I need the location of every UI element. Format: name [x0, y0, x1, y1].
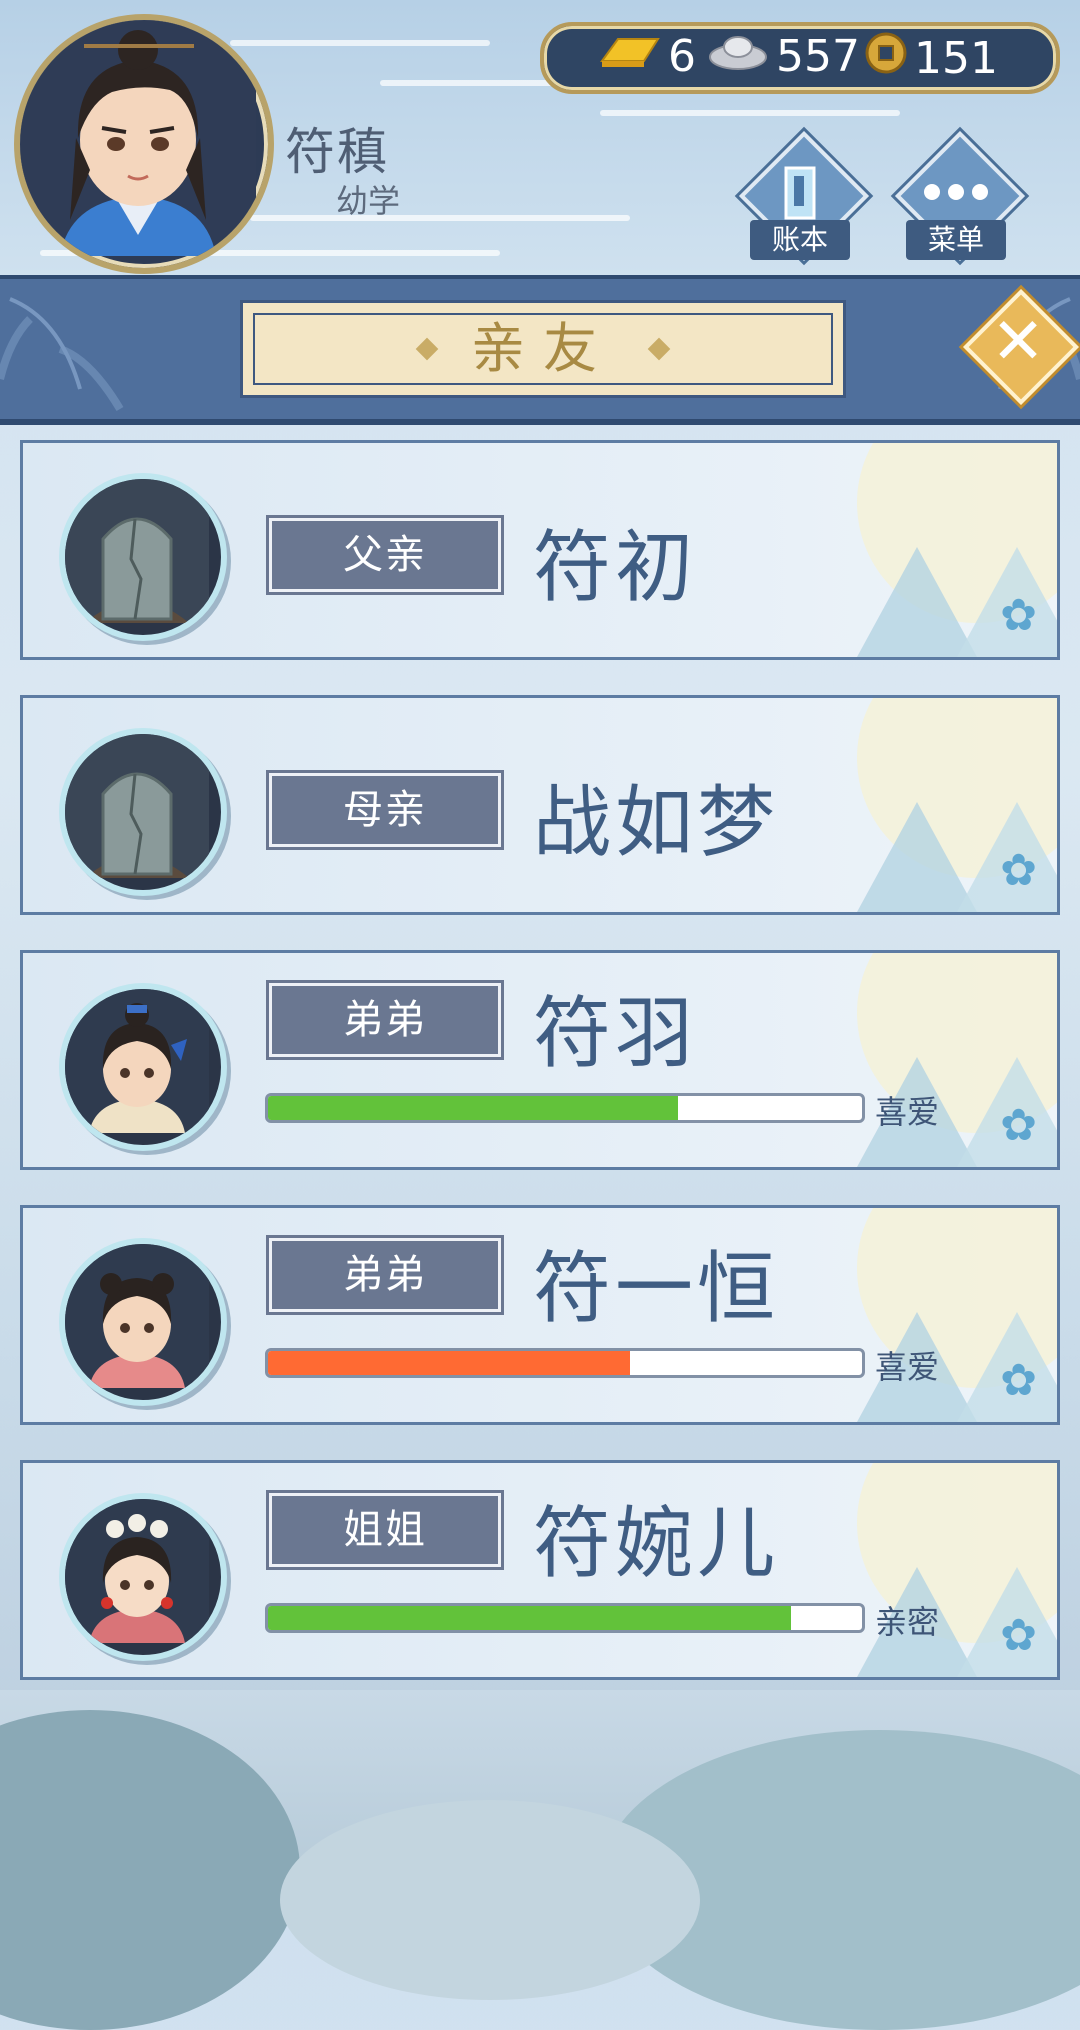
page-title: 亲友	[471, 317, 615, 380]
flower-icon: ✿	[1000, 590, 1037, 641]
coin-counter: 151	[864, 31, 998, 86]
relative-name: 战如梦	[533, 778, 780, 868]
relative-name: 符一恒	[533, 1244, 780, 1334]
player-rank: 幼学	[336, 182, 401, 220]
relative-card[interactable]: ✿ 母亲 战如梦	[20, 695, 1060, 915]
more-dots-icon	[924, 184, 988, 200]
book-icon	[784, 166, 816, 220]
relative-card[interactable]: ✿ 姐姐 符婉儿亲密	[20, 1460, 1060, 1680]
affinity-bar	[265, 1603, 865, 1633]
relation-tag: 弟弟	[269, 983, 501, 1057]
menu-button-label: 菜单	[906, 220, 1006, 260]
coin-amount: 151	[914, 33, 998, 84]
affinity-label: 亲密	[875, 1603, 940, 1641]
relative-card[interactable]: ✿ 弟弟 符一恒喜爱	[20, 1205, 1060, 1425]
affinity-bar-fill	[268, 1606, 791, 1630]
gold-amount: 6	[668, 31, 696, 82]
relative-portrait[interactable]	[59, 983, 227, 1151]
relative-card[interactable]: ✿ 弟弟 符羽喜爱	[20, 950, 1060, 1170]
copper-coin-icon	[864, 31, 908, 86]
affinity-bar-fill	[268, 1351, 631, 1375]
silver-amount: 557	[776, 31, 860, 82]
relative-card[interactable]: ✿ 父亲 符初	[20, 440, 1060, 660]
player-portrait-icon	[20, 20, 256, 256]
flower-icon: ✿	[1000, 1100, 1037, 1151]
affinity-label: 喜爱	[875, 1348, 940, 1386]
gold-ingot-icon	[598, 31, 662, 82]
relative-portrait[interactable]	[59, 1493, 227, 1661]
menu-button[interactable]: 菜单	[894, 130, 1026, 266]
ledger-button-label: 账本	[750, 220, 850, 260]
gold-counter: 6	[598, 31, 696, 82]
silver-ingot-icon	[706, 31, 770, 82]
background-landscape	[0, 1690, 1080, 2030]
relation-tag: 姐姐	[269, 1493, 501, 1567]
affinity-bar-fill	[268, 1096, 678, 1120]
player-name: 符稹	[285, 123, 389, 181]
title-plate: 亲友	[240, 300, 846, 398]
affinity-label: 喜爱	[875, 1093, 940, 1131]
ledger-button[interactable]: 账本	[738, 130, 870, 266]
player-avatar[interactable]	[14, 14, 274, 274]
relation-tag: 弟弟	[269, 1238, 501, 1312]
silver-counter: 557	[706, 31, 860, 82]
affinity-bar	[265, 1348, 865, 1378]
relative-name: 符初	[533, 523, 698, 613]
relative-portrait[interactable]	[59, 473, 227, 641]
flower-icon: ✿	[1000, 845, 1037, 896]
bamboo-leaf-icon	[0, 297, 124, 412]
relative-portrait[interactable]	[59, 1238, 227, 1406]
relative-portrait[interactable]	[59, 728, 227, 896]
affinity-bar	[265, 1093, 865, 1123]
relative-name: 符婉儿	[533, 1499, 780, 1589]
relation-tag: 母亲	[269, 773, 501, 847]
relative-name: 符羽	[533, 989, 698, 1079]
flower-icon: ✿	[1000, 1355, 1037, 1406]
relation-tag: 父亲	[269, 518, 501, 592]
close-icon[interactable]: ✕	[976, 300, 1060, 384]
flower-icon: ✿	[1000, 1610, 1037, 1661]
currency-bar: 6 557 151	[540, 22, 1060, 94]
